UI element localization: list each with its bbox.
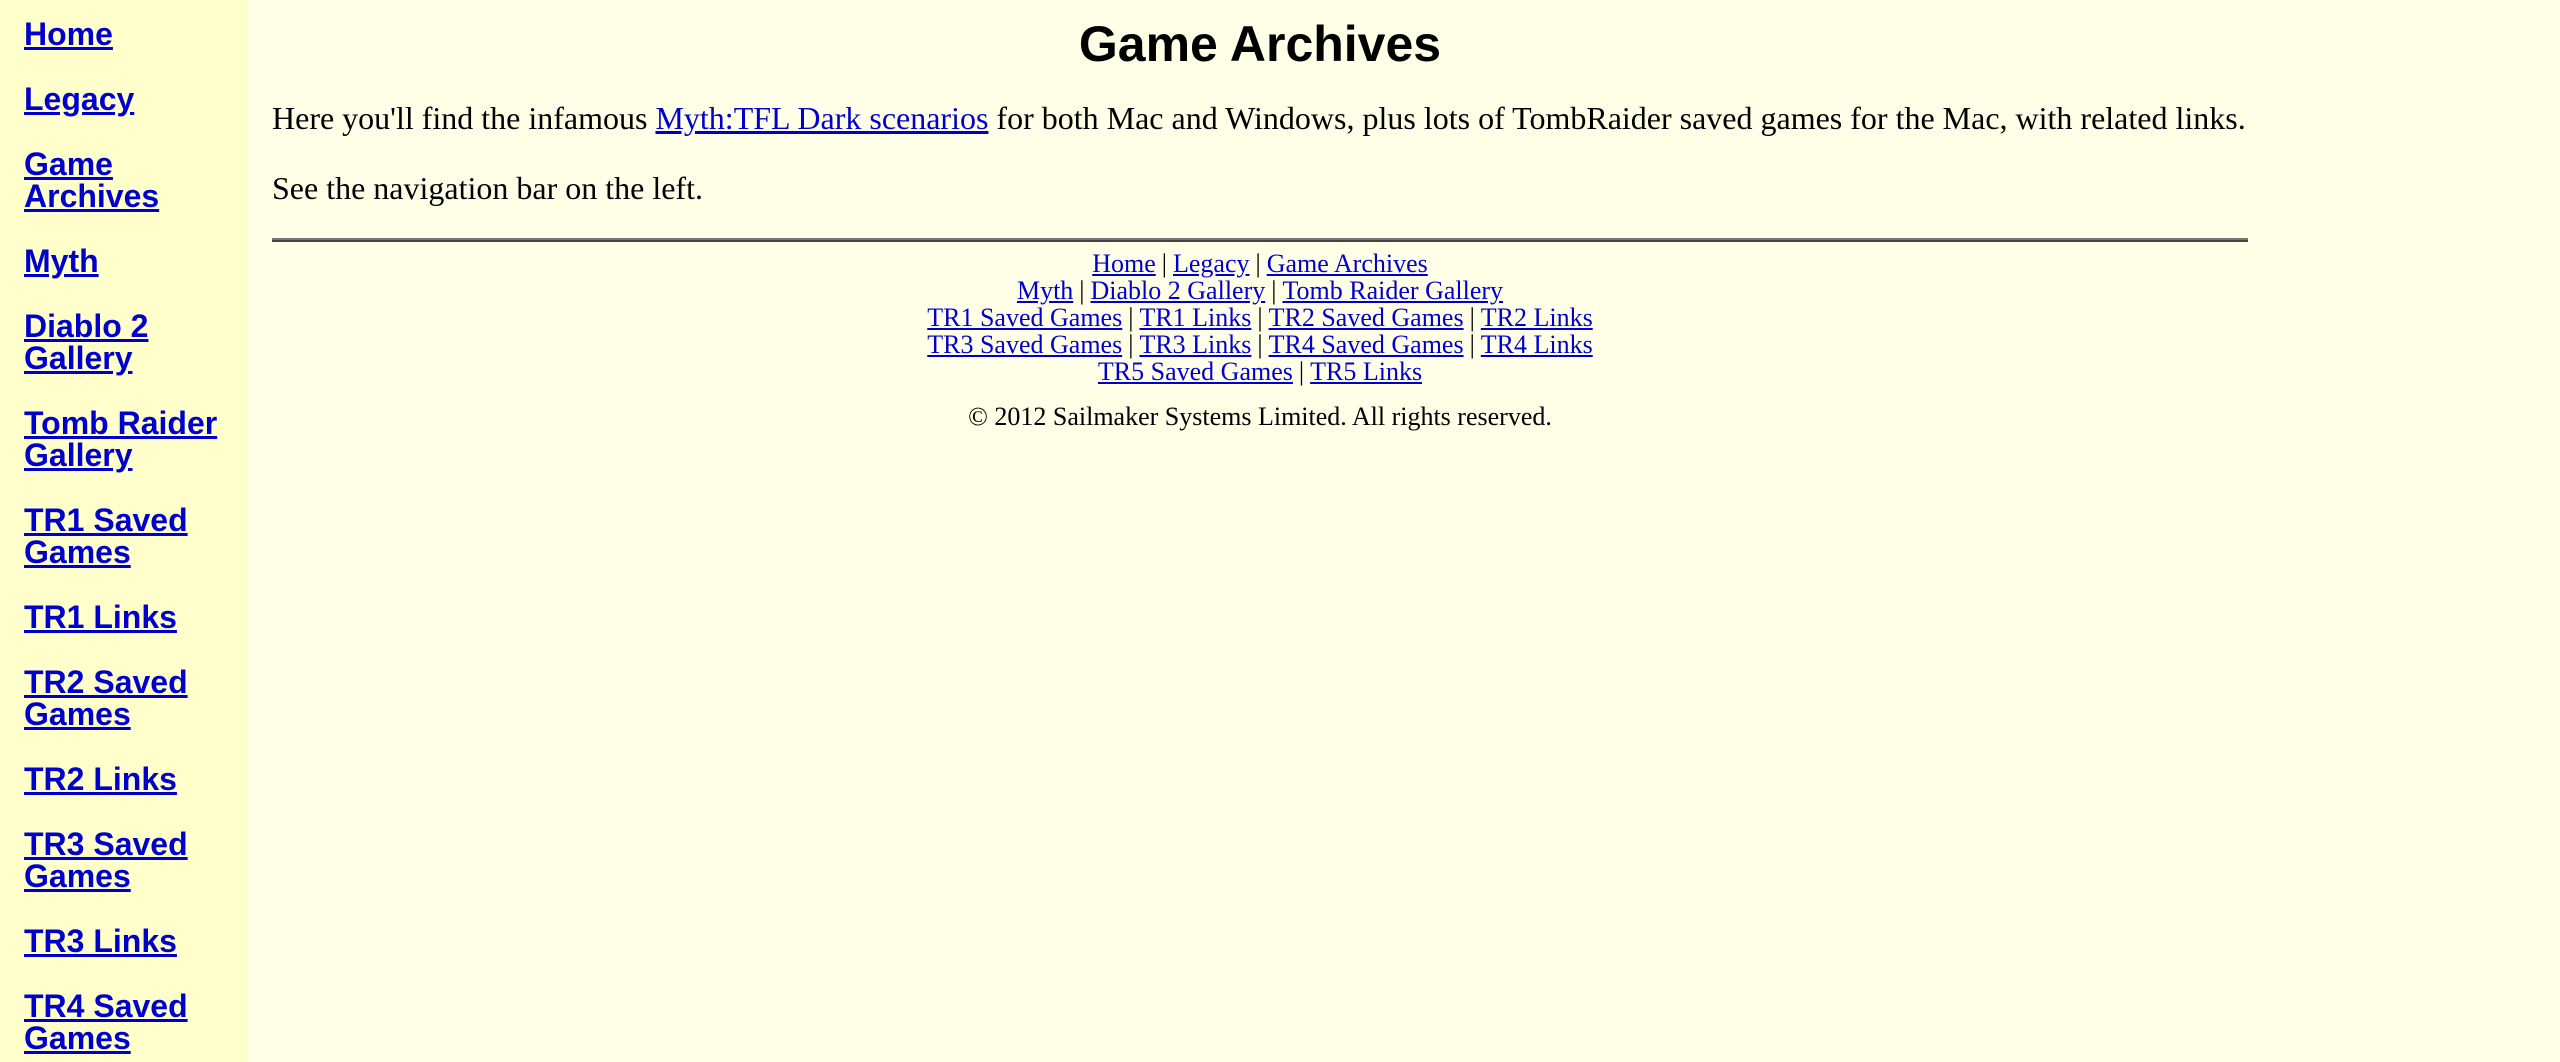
footer-link-myth[interactable]: Myth — [1017, 276, 1073, 305]
footer-separator: | — [1469, 330, 1475, 359]
page-title: Game Archives — [1078, 16, 1442, 72]
myth-dark-scenarios-link[interactable]: Myth:TFL Dark scenarios — [655, 100, 988, 136]
sidebar-link-game-archives[interactable]: Game Archives — [24, 146, 159, 214]
sidebar-link-tr3-saved-games[interactable]: TR3 Saved Games — [24, 826, 188, 894]
footer-separator: | — [1128, 330, 1134, 359]
sidebar-link-tr1-saved-games[interactable]: TR1 Saved Games — [24, 502, 188, 570]
footer-separator: | — [1079, 276, 1085, 305]
sidebar-link-home[interactable]: Home — [24, 16, 113, 52]
main-content: Game Archives Here you'll find the infam… — [272, 0, 2248, 432]
footer-link-tr1-links[interactable]: TR1 Links — [1139, 303, 1251, 332]
footer-link-home[interactable]: Home — [1092, 249, 1156, 278]
intro-paragraph: Here you'll find the infamous Myth:TFL D… — [272, 98, 2248, 138]
footer-link-tr2-saved-games[interactable]: TR2 Saved Games — [1269, 303, 1464, 332]
copyright-notice: © 2012 Sailmaker Systems Limited. All ri… — [968, 402, 1552, 431]
sidebar-item-tr2-saved-games: TR2 Saved Games — [24, 666, 234, 730]
navigation-note: See the navigation bar on the left. — [272, 170, 703, 206]
sidebar-item-game-archives: Game Archives — [24, 148, 234, 212]
sidebar-item-home: Home — [24, 18, 234, 50]
sidebar-item-tr4-saved-games: TR4 Saved Games — [24, 990, 234, 1054]
sidebar-item-tr2-links: TR2 Links — [24, 763, 234, 795]
sidebar-item-tr1-links: TR1 Links — [24, 601, 234, 633]
sidebar-item-tr3-links: TR3 Links — [24, 925, 234, 957]
sidebar-item-tomb-raider-gallery: Tomb Raider Gallery — [24, 407, 234, 471]
footer-nav-row: TR1 Saved Games | TR1 Links | TR2 Saved Game… — [272, 304, 2248, 331]
footer-link-diablo-2-gallery[interactable]: Diablo 2 Gallery — [1091, 276, 1266, 305]
footer-nav-row: Home | Legacy | Game Archives — [272, 250, 2248, 277]
footer-link-tr3-links[interactable]: TR3 Links — [1139, 330, 1251, 359]
footer-link-tr5-saved-games[interactable]: TR5 Saved Games — [1098, 357, 1293, 386]
footer-separator: | — [1161, 249, 1167, 278]
footer-separator: | — [1128, 303, 1134, 332]
footer-separator: | — [1469, 303, 1475, 332]
sidebar-link-tr3-links[interactable]: TR3 Links — [24, 923, 177, 959]
sidebar-link-myth[interactable]: Myth — [24, 243, 99, 279]
sidebar-item-tr3-saved-games: TR3 Saved Games — [24, 828, 234, 892]
sidebar-link-legacy[interactable]: Legacy — [24, 81, 134, 117]
sidebar-link-tr4-saved-games[interactable]: TR4 Saved Games — [24, 988, 188, 1056]
sidebar-nav: Home Legacy Game Archives Myth Diablo 2 … — [0, 0, 248, 1062]
footer-divider — [272, 238, 2248, 242]
footer-link-tr1-saved-games[interactable]: TR1 Saved Games — [927, 303, 1122, 332]
sidebar-link-tr2-saved-games[interactable]: TR2 Saved Games — [24, 664, 188, 732]
footer-link-legacy[interactable]: Legacy — [1173, 249, 1250, 278]
footer-link-tr5-links[interactable]: TR5 Links — [1310, 357, 1422, 386]
footer-link-tr4-saved-games[interactable]: TR4 Saved Games — [1269, 330, 1464, 359]
footer-separator: | — [1257, 330, 1263, 359]
footer-link-tr2-links[interactable]: TR2 Links — [1481, 303, 1593, 332]
footer-link-tomb-raider-gallery[interactable]: Tomb Raider Gallery — [1282, 276, 1503, 305]
sidebar-item-myth: Myth — [24, 245, 234, 277]
footer-separator: | — [1298, 357, 1305, 386]
sidebar-link-tr2-links[interactable]: TR2 Links — [24, 761, 177, 797]
sidebar-item-tr1-saved-games: TR1 Saved Games — [24, 504, 234, 568]
sidebar-item-legacy: Legacy — [24, 83, 234, 115]
sidebar-link-tr1-links[interactable]: TR1 Links — [24, 599, 177, 635]
sidebar-item-diablo-2-gallery: Diablo 2 Gallery — [24, 310, 234, 374]
footer-link-tr3-saved-games[interactable]: TR3 Saved Games — [927, 330, 1122, 359]
sidebar-list: Home Legacy Game Archives Myth Diablo 2 … — [0, 0, 248, 1054]
sidebar-link-diablo-2-gallery[interactable]: Diablo 2 Gallery — [24, 308, 148, 376]
footer-separator: | — [1255, 249, 1261, 278]
footer-nav: Home | Legacy | Game Archives Myth | Diablo 2 … — [272, 250, 2248, 385]
intro-text-before: Here you'll find the infamous — [272, 100, 656, 136]
footer-separator: | — [1257, 303, 1263, 332]
footer-link-game-archives[interactable]: Game Archives — [1267, 249, 1428, 278]
footer-link-tr4-links[interactable]: TR4 Links — [1481, 330, 1593, 359]
footer-nav-row: Myth | Diablo 2 Gallery | Tomb Raider Galler… — [272, 277, 2248, 304]
footer-separator: | — [1271, 276, 1277, 305]
footer-nav-row: TR5 Saved Games | TR5 Links — [272, 358, 2248, 385]
sidebar-link-tomb-raider-gallery[interactable]: Tomb Raider Gallery — [24, 405, 217, 473]
footer-nav-row: TR3 Saved Games | TR3 Links | TR4 Saved Game… — [272, 331, 2248, 358]
intro-text-after: for both Mac and Windows, plus lots of T… — [988, 100, 2246, 136]
